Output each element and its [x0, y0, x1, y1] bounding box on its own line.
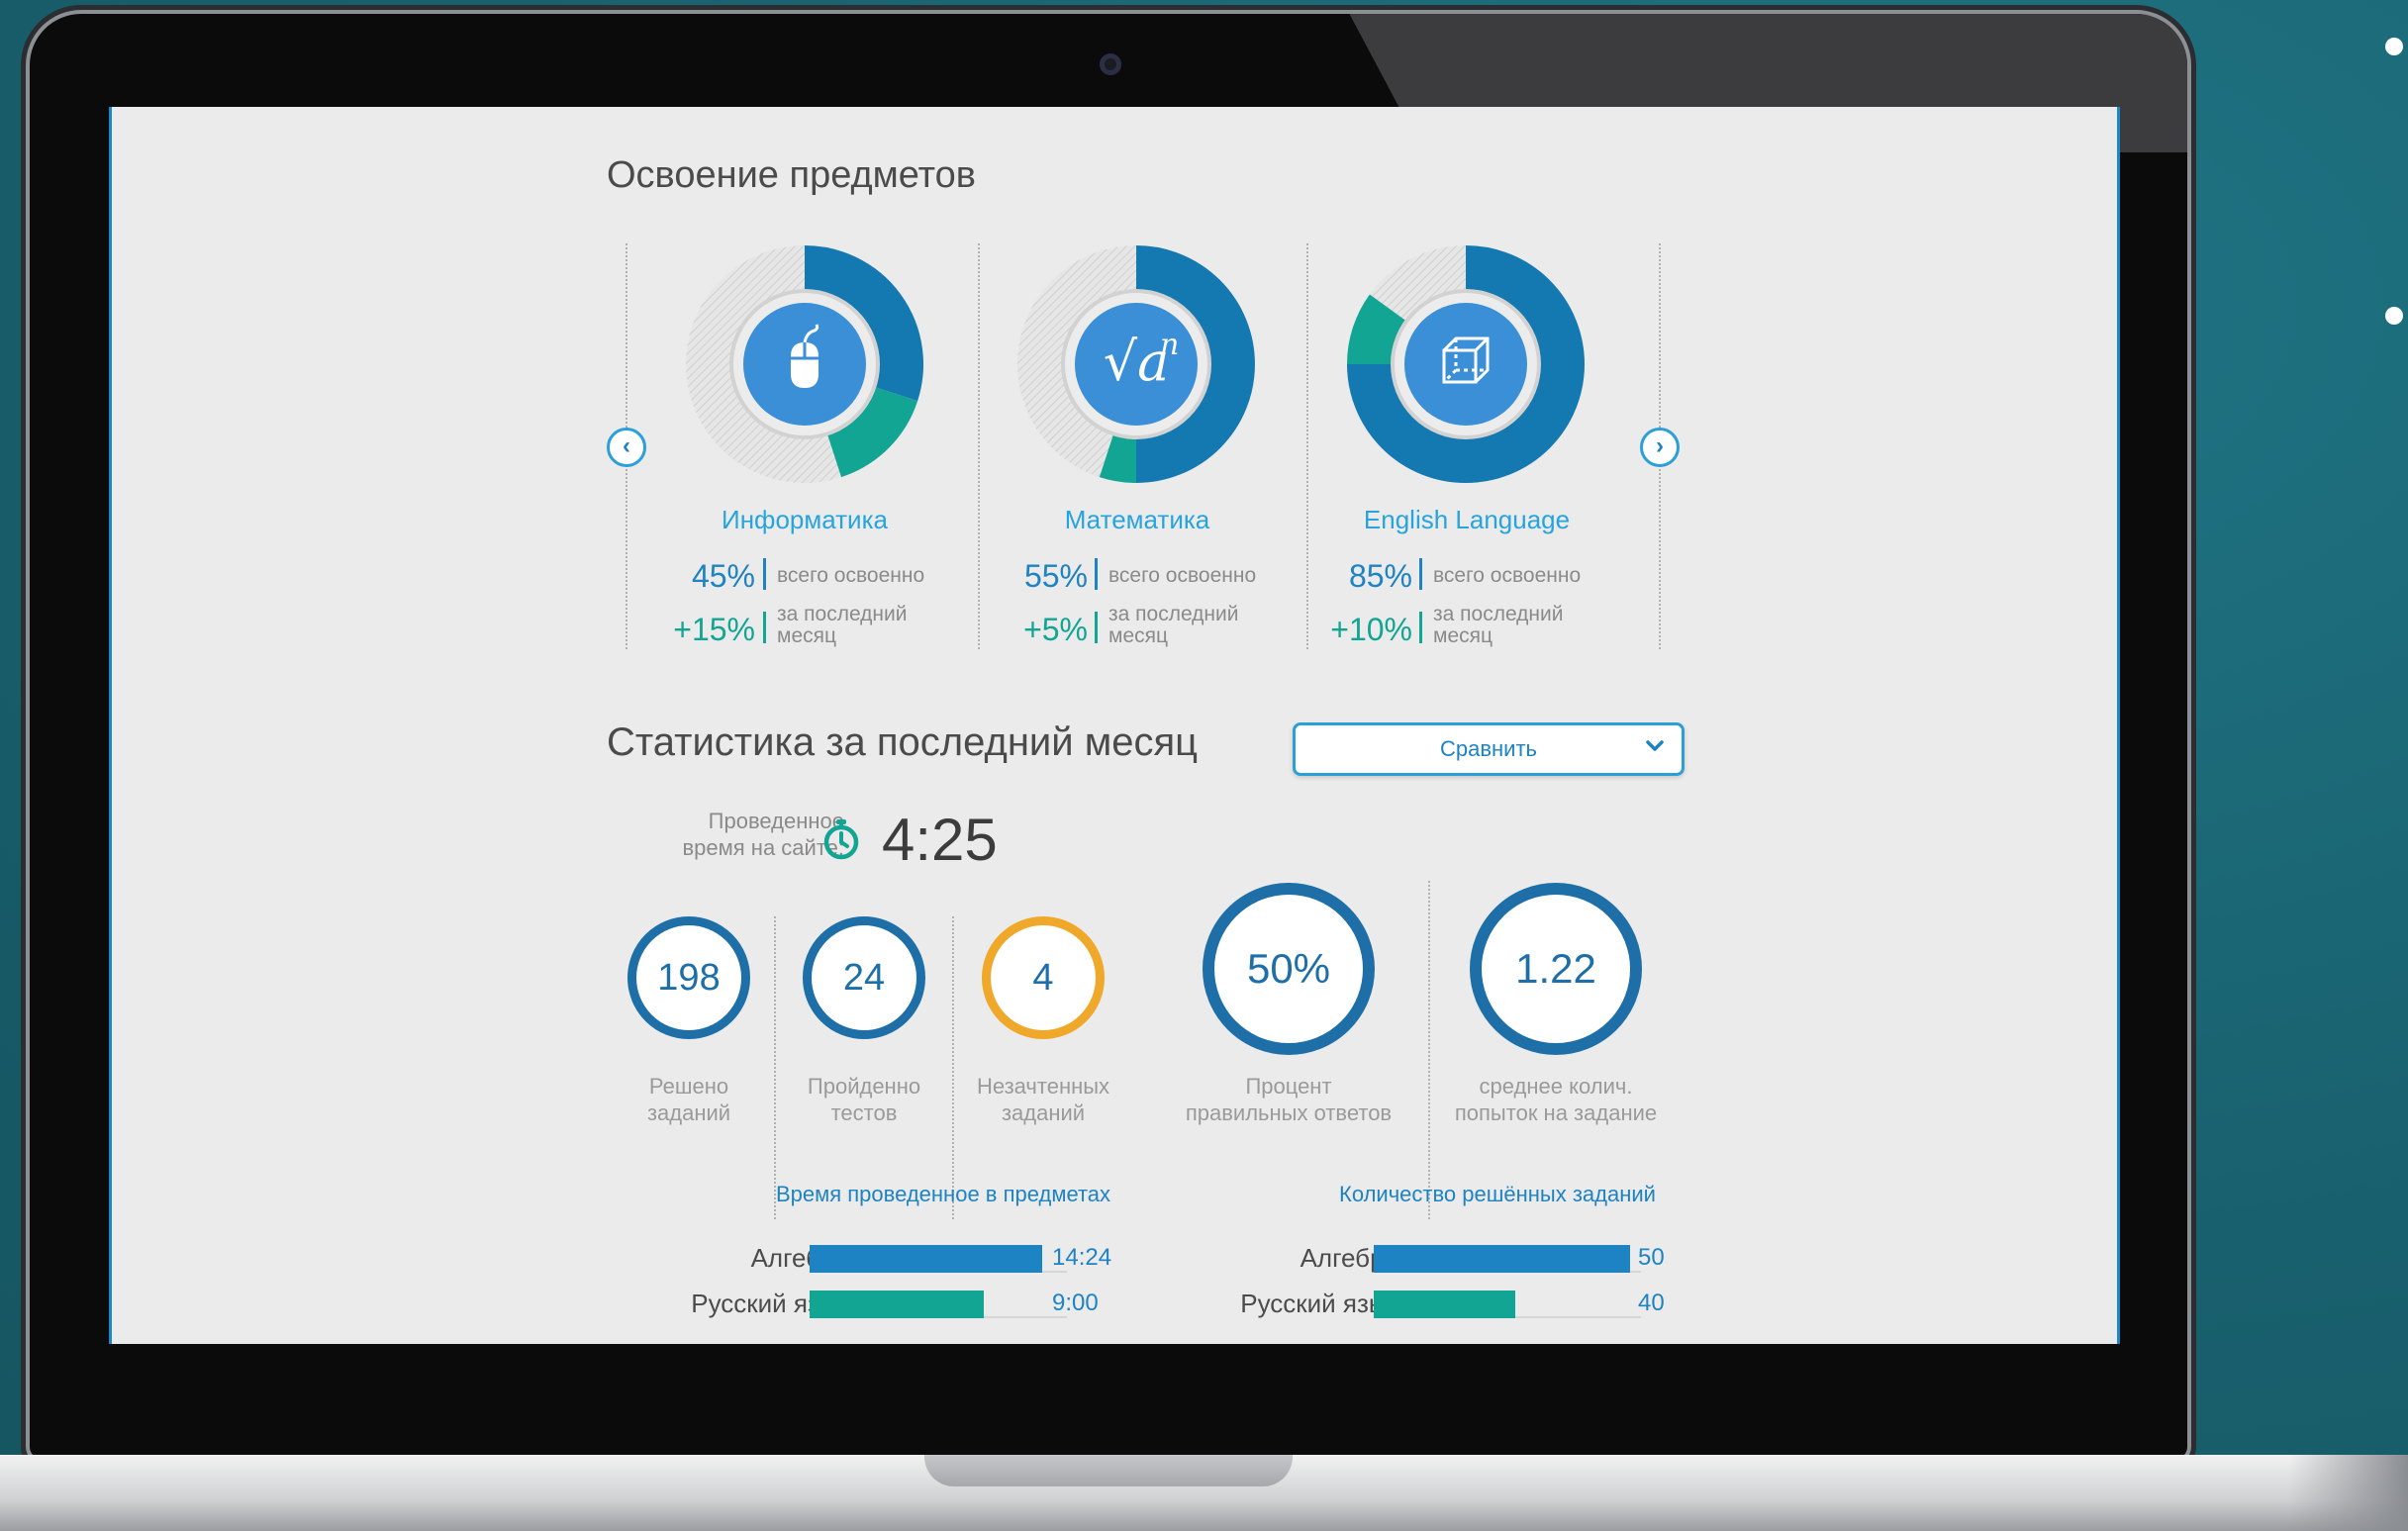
divider — [1428, 881, 1430, 1219]
time-chart-value-label: 14:24 — [1052, 1244, 1112, 1271]
decorative-dot — [2385, 38, 2403, 55]
failed-tasks-label: Незачтенных заданий — [976, 1074, 1110, 1125]
donut-gain-segment — [1099, 433, 1137, 483]
separator — [1419, 558, 1422, 590]
tests-passed-value: 24 — [842, 957, 886, 999]
avg-attempts-label: среднее колич. попыток на задание — [1454, 1074, 1658, 1125]
laptop-base-edge — [2289, 1455, 2408, 1531]
separator — [763, 558, 766, 590]
svg-text:n: n — [1160, 328, 1179, 362]
donut-gain-segment — [1347, 294, 1407, 365]
tasks-chart-bar — [1374, 1291, 1515, 1318]
tasks-chart-bar — [1374, 1245, 1630, 1273]
subject-name-informatics[interactable]: Информатика — [656, 505, 953, 535]
total-mastered-label: всего освоенно — [1108, 564, 1257, 587]
time-chart-bar — [810, 1291, 984, 1318]
subject-name-english[interactable]: English Language — [1318, 505, 1615, 535]
avg-attempts-value: 1.22 — [1515, 945, 1596, 992]
compare-dropdown-label: Сравнить — [1439, 736, 1538, 761]
tasks-chart-category: Русский язык — [1240, 1289, 1398, 1318]
last-month-label: за последний месяц — [1433, 603, 1564, 647]
subject-name-math[interactable]: Математика — [989, 505, 1286, 535]
last-month-label: за последний месяц — [1108, 603, 1239, 647]
compare-dropdown[interactable]: Сравнить — [1293, 722, 1685, 776]
separator — [763, 612, 766, 643]
correct-answers-label: Процент правильных ответов — [1185, 1074, 1393, 1125]
chevron-down-icon — [1646, 740, 1664, 751]
last-month-label: за последний месяц — [777, 603, 908, 647]
time-chart-value-label: 9:00 — [1052, 1290, 1099, 1316]
mastery-donut-1 — [686, 245, 923, 483]
total-mastered-label: всего освоенно — [777, 564, 925, 587]
tasks-chart-value-label: 50 — [1638, 1244, 1665, 1271]
tasks-solved-ring: 198 — [627, 916, 750, 1039]
separator — [1095, 612, 1098, 643]
tasks-chart-value-label: 40 — [1638, 1290, 1665, 1316]
subject-mastered-percent: 85% — [1348, 558, 1412, 594]
separator — [1419, 612, 1422, 643]
tasks-chart-category: Алгебра — [1300, 1243, 1398, 1273]
correct-answers-ring: 50% — [1203, 883, 1375, 1055]
dashboard-screen: Освоение предметов ‹ › √a n Информатика М… — [109, 107, 2120, 1344]
laptop-notch — [924, 1455, 1293, 1486]
stats-title: Статистика за последний месяц — [607, 720, 1199, 764]
tests-passed-ring: 24 — [803, 916, 925, 1039]
total-mastered-label: всего освоенно — [1433, 564, 1582, 587]
subject-mastered-percent: 55% — [1023, 558, 1088, 594]
failed-tasks-value: 4 — [1032, 957, 1054, 999]
time-on-site-value: 4:25 — [882, 807, 998, 873]
tasks-chart-title: Количество решённых заданий — [1339, 1182, 1656, 1206]
separator — [1095, 558, 1098, 590]
mastery-title: Освоение предметов — [607, 154, 976, 196]
stopwatch-icon — [823, 819, 859, 860]
mastery-donut-3 — [1347, 245, 1585, 483]
subject-gain-percent: +15% — [673, 612, 755, 647]
divider — [774, 916, 776, 1219]
time-on-site-label: Проведенное время на сайте: — [682, 809, 844, 860]
mastery-donut-2: √an — [1017, 245, 1255, 483]
square-root-icon: √an — [1104, 328, 1180, 393]
divider — [952, 916, 954, 1219]
tasks-solved-value: 198 — [657, 957, 721, 999]
background: Освоение предметов ‹ › √a n Информатика М… — [0, 0, 2408, 1531]
decorative-dot — [2385, 307, 2403, 325]
camera-icon — [1100, 53, 1121, 75]
time-chart-title: Время проведенное в предметах — [775, 1182, 1111, 1206]
avg-attempts-ring: 1.22 — [1470, 883, 1642, 1055]
carousel-next-button[interactable]: › — [1640, 428, 1680, 467]
carousel-prev-button[interactable]: ‹ — [607, 428, 646, 467]
subject-gain-percent: +5% — [1023, 612, 1088, 647]
correct-answers-value: 50% — [1246, 945, 1331, 992]
laptop-bezel: Освоение предметов ‹ › √a n Информатика М… — [30, 14, 2187, 1459]
time-chart-bar — [810, 1245, 1042, 1273]
subject-gain-percent: +10% — [1330, 612, 1412, 647]
failed-tasks-ring: 4 — [982, 916, 1105, 1039]
subject-mastered-percent: 45% — [691, 558, 755, 594]
